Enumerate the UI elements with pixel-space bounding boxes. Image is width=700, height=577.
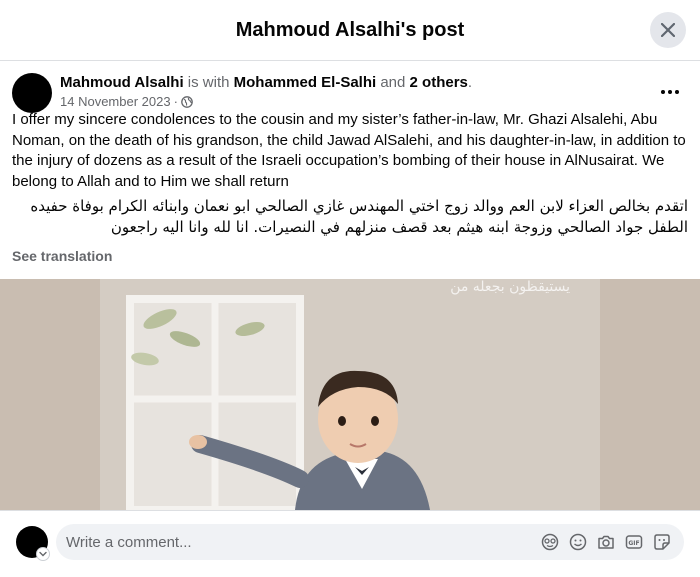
emoji-button[interactable]	[568, 532, 588, 552]
chevron-down-icon	[39, 551, 47, 557]
post-header: Mahmoud Alsalhi is with Mohammed El-Salh…	[12, 72, 688, 113]
sticker-button[interactable]	[652, 532, 672, 552]
modal-title: Mahmoud Alsalhi's post	[235, 18, 465, 41]
post-text-english: I offer my sincere condolences to the co…	[12, 111, 686, 190]
comment-input[interactable]: Write a comment... GIF	[56, 524, 684, 560]
globe-icon[interactable]	[181, 95, 193, 108]
comment-bar: Write a comment... GIF	[0, 510, 700, 577]
more-options-button[interactable]	[656, 78, 684, 106]
post-photo[interactable]: يستيقظون بجعله من	[100, 279, 600, 510]
and-text: and	[376, 74, 410, 91]
camera-icon	[598, 535, 614, 549]
comment-placeholder: Write a comment...	[66, 533, 192, 551]
svg-text:GIF: GIF	[628, 540, 639, 547]
gif-icon: GIF	[625, 535, 643, 549]
more-options-icon	[661, 90, 679, 94]
photo-illustration: يستيقظون بجعله من	[100, 279, 600, 510]
period: .	[467, 74, 473, 91]
emoji-icon	[569, 533, 587, 551]
with-text: is with	[183, 74, 234, 91]
camera-button[interactable]	[596, 532, 616, 552]
tagged-person[interactable]: Mohammed El-Salhi	[234, 74, 377, 91]
meta-separator: ·	[173, 94, 178, 109]
post-media[interactable]: يستيقظون بجعله من	[0, 279, 700, 510]
close-icon	[661, 23, 675, 37]
post-text-arabic: اتقدم بخالص العزاء لابن العم ووالد زوج ا…	[30, 197, 688, 236]
photo-overlay-text: يستيقظون بجعله من	[450, 279, 570, 295]
sticker-icon	[654, 534, 670, 550]
gif-button[interactable]: GIF	[624, 532, 644, 552]
see-translation-link[interactable]: See translation	[12, 248, 112, 264]
close-button[interactable]	[650, 12, 686, 48]
avatar-sticker-button[interactable]	[540, 532, 560, 552]
author-line: Mahmoud Alsalhi is with Mohammed El-Salh…	[60, 74, 472, 91]
author-name[interactable]: Mahmoud Alsalhi	[60, 74, 184, 91]
others-link[interactable]: 2 others	[410, 74, 468, 91]
post-meta: 14 November 2023 ·	[60, 94, 193, 109]
comment-tools: GIF	[540, 524, 672, 560]
post-date[interactable]: 14 November 2023	[60, 94, 171, 109]
author-avatar[interactable]	[12, 73, 52, 113]
modal-header: Mahmoud Alsalhi's post	[0, 0, 700, 61]
avatar-sticker-icon	[541, 533, 559, 551]
avatar-switch-button[interactable]	[36, 547, 50, 561]
